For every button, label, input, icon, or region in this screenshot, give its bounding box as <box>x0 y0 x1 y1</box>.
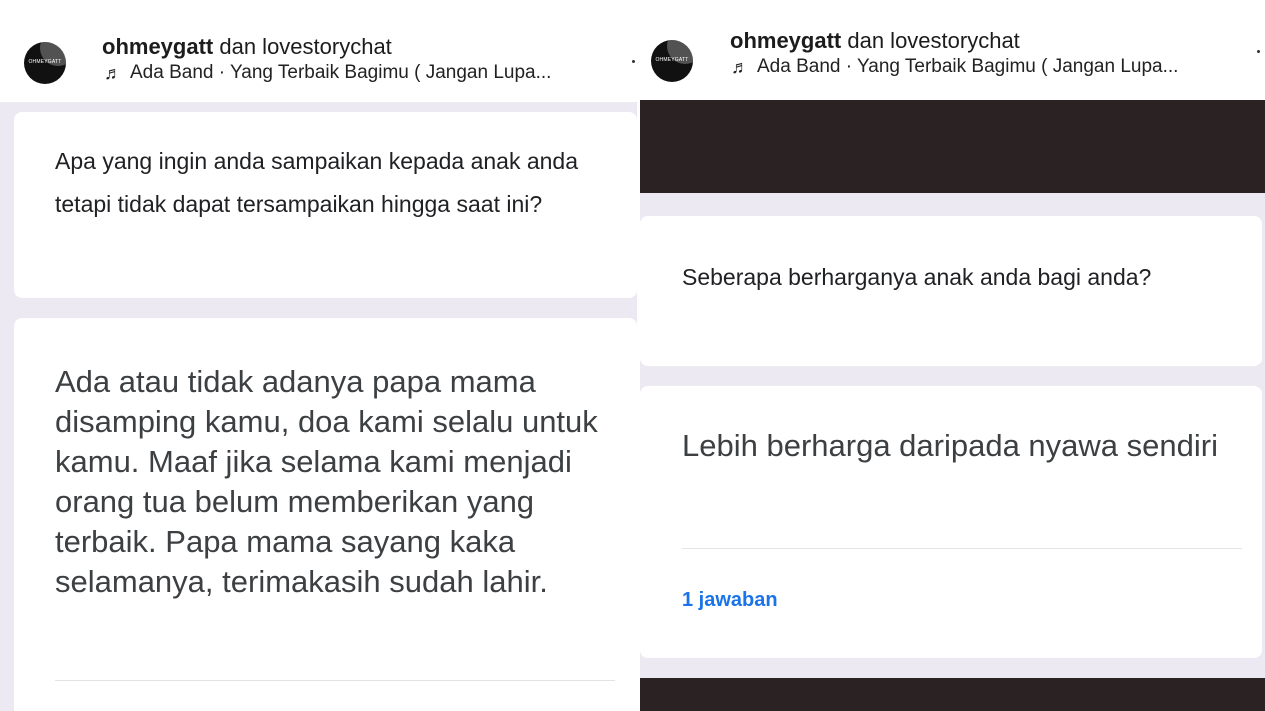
avatar-label: OHMEYGATT <box>28 59 62 65</box>
divider <box>682 548 1242 549</box>
author-primary: ohmeygatt <box>102 34 214 59</box>
avatar[interactable]: OHMEYGATT <box>651 40 693 82</box>
music-note-icon: ♬ <box>731 56 749 77</box>
music-title: Ada Band · Yang Terbaik Bagimu ( Jangan … <box>757 56 1179 77</box>
response-count-link[interactable]: 1 jawaban <box>682 589 778 612</box>
question-text: Apa yang ingin anda sampaikan kepada ana… <box>55 148 579 217</box>
question-card: Apa yang ingin anda sampaikan kepada ana… <box>14 112 637 298</box>
question-text: Seberapa berharganya anak anda bagi anda… <box>682 264 1152 290</box>
author-primary: ohmeygatt <box>730 28 842 53</box>
answer-card: Lebih berharga daripada nyawa sendiri 1 … <box>640 386 1262 658</box>
right-screenshot-panel: OHMEYGATT ohmeygatt dan lovestorychat ♬ … <box>640 0 1265 711</box>
author-secondary: dan lovestorychat <box>841 28 1020 53</box>
dark-banner <box>640 100 1265 193</box>
author-secondary: dan lovestorychat <box>213 34 392 59</box>
avatar-label: OHMEYGATT <box>655 57 689 63</box>
story-header: OHMEYGATT ohmeygatt dan lovestorychat ♬ … <box>0 0 637 102</box>
story-header: OHMEYGATT ohmeygatt dan lovestorychat ♬ … <box>640 0 1265 100</box>
music-info[interactable]: ♬ Ada Band · Yang Terbaik Bagimu ( Janga… <box>731 56 1178 78</box>
divider <box>55 680 615 681</box>
dark-footer-band <box>640 678 1265 711</box>
more-options-icon[interactable] <box>632 60 635 63</box>
left-screenshot-panel: OHMEYGATT ohmeygatt dan lovestorychat ♬ … <box>0 0 637 711</box>
answer-text: Lebih berharga daripada nyawa sendiri <box>682 428 1218 463</box>
music-title: Ada Band · Yang Terbaik Bagimu ( Jangan … <box>130 62 552 83</box>
music-info[interactable]: ♬ Ada Band · Yang Terbaik Bagimu ( Janga… <box>104 62 551 84</box>
story-authors[interactable]: ohmeygatt dan lovestorychat <box>730 28 1020 54</box>
answer-card: Ada atau tidak adanya papa mama disampin… <box>14 318 637 711</box>
question-card: Seberapa berharganya anak anda bagi anda… <box>640 216 1262 366</box>
more-options-icon[interactable] <box>1257 50 1260 53</box>
answer-text: Ada atau tidak adanya papa mama disampin… <box>55 364 598 599</box>
story-authors[interactable]: ohmeygatt dan lovestorychat <box>102 34 392 60</box>
avatar[interactable]: OHMEYGATT <box>24 42 66 84</box>
music-note-icon: ♬ <box>104 62 122 83</box>
